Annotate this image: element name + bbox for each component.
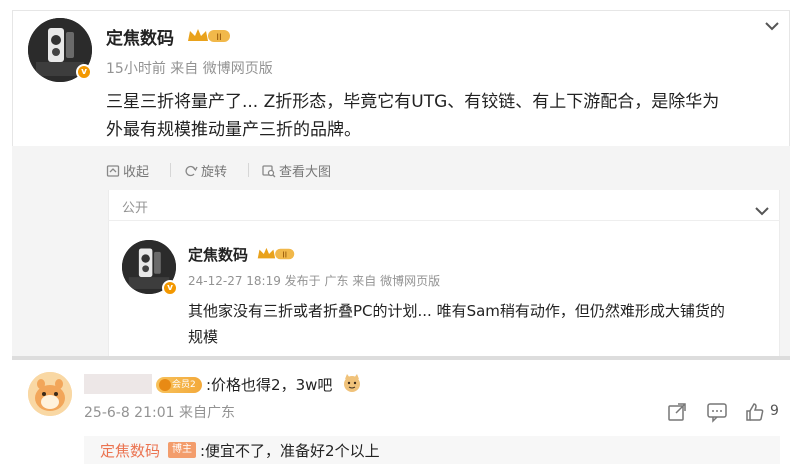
crown-level-badge-icon: II bbox=[256, 246, 296, 262]
comment-meta: 25-6-8 21:01 来自广东 bbox=[84, 405, 235, 421]
post-text-line1: 三星三折将量产了... Z折形态，毕竟它有UTG、有铰链、有上下游配合，是除华为 bbox=[106, 92, 720, 112]
like-count: 9 bbox=[770, 403, 779, 419]
reply-author-name[interactable]: 定焦数码 bbox=[100, 440, 160, 461]
reply-text: :便宜不了，准备好2个以上 bbox=[200, 442, 380, 460]
quoted-author-name[interactable]: 定焦数码 bbox=[188, 244, 248, 265]
thumbs-up-icon[interactable] bbox=[744, 401, 766, 423]
masked-username[interactable] bbox=[84, 374, 152, 394]
view-large-label: 查看大图 bbox=[279, 165, 332, 180]
magnify-icon bbox=[262, 164, 276, 177]
visibility-label: 公开 bbox=[122, 201, 149, 216]
member-badge-label: 会员2 bbox=[172, 380, 196, 390]
divider bbox=[108, 220, 780, 221]
verified-icon: v bbox=[76, 64, 92, 80]
comment-text: :价格也得2，3w吧 bbox=[206, 376, 333, 394]
divider bbox=[12, 356, 790, 360]
member-icon bbox=[159, 379, 171, 391]
post-text-line2: 外最有规模推动量产三折的品牌。 bbox=[106, 120, 361, 140]
collect-label: 收起 bbox=[123, 165, 150, 180]
repost-button[interactable]: 旋转 bbox=[184, 161, 227, 180]
svg-text:II: II bbox=[282, 250, 287, 259]
quoted-text-line2: 规模 bbox=[188, 328, 219, 346]
member-badge: 会员2 bbox=[156, 377, 202, 393]
svg-text:II: II bbox=[216, 33, 221, 43]
chevron-down-icon[interactable] bbox=[754, 201, 770, 216]
comment-icon[interactable] bbox=[706, 401, 728, 423]
repost-label: 旋转 bbox=[201, 165, 228, 180]
rotate-icon bbox=[185, 165, 198, 176]
verified-icon: v bbox=[162, 280, 178, 296]
post-meta: 15小时前 来自 微博网页版 bbox=[106, 61, 273, 77]
host-tag: 博主 bbox=[168, 442, 196, 458]
collect-button[interactable]: 收起 bbox=[106, 161, 149, 180]
quoted-meta: 24-12-27 18:19 发布于 广东 来自 微博网页版 bbox=[188, 274, 441, 288]
chevron-down-icon[interactable] bbox=[764, 16, 780, 31]
divider bbox=[248, 163, 249, 177]
cat-emoji-icon bbox=[342, 373, 362, 393]
crown-level-badge-icon: II bbox=[186, 27, 232, 45]
quoted-text-line1: 其他家没有三折或者折叠PC的计划... 唯有Sam稍有动作，但仍然难形成大铺货的 bbox=[188, 302, 725, 320]
divider bbox=[170, 163, 171, 177]
avatar[interactable] bbox=[28, 372, 72, 416]
view-large-button[interactable]: 查看大图 bbox=[262, 161, 331, 180]
collapse-icon bbox=[106, 164, 120, 177]
post-author-name[interactable]: 定焦数码 bbox=[106, 24, 174, 49]
share-icon[interactable] bbox=[666, 401, 688, 423]
